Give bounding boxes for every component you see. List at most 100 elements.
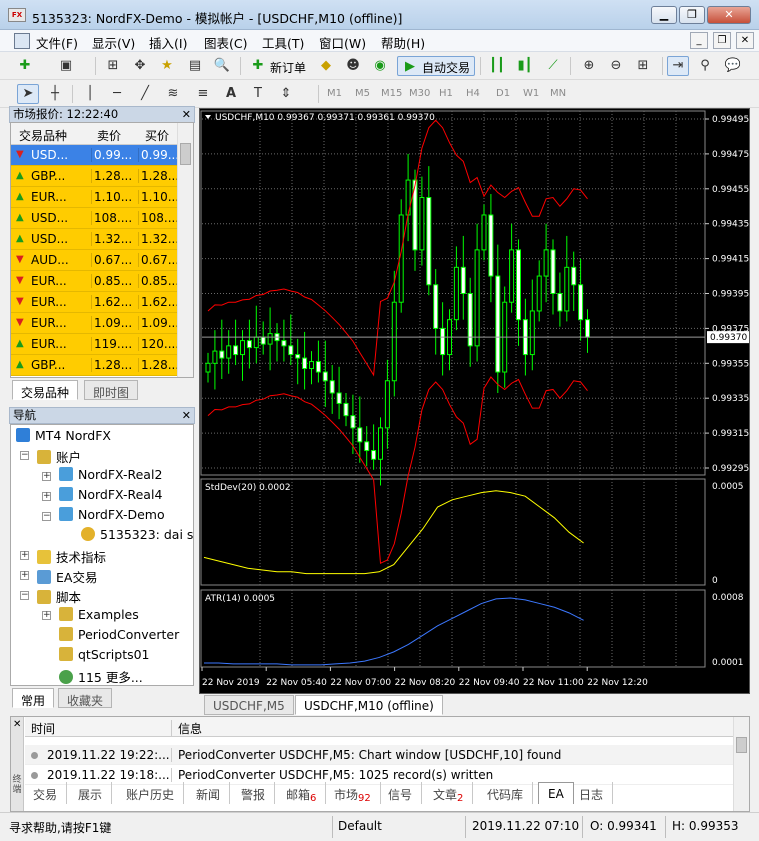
expand-scripts[interactable]: − — [20, 591, 29, 600]
terminal-tab[interactable]: 信号 — [379, 782, 423, 804]
market-watch-scrollbar[interactable] — [177, 123, 193, 377]
terminal-tab[interactable]: 邮箱6 — [277, 782, 327, 804]
expand-demo[interactable]: − — [42, 512, 51, 521]
tab-tick-chart[interactable]: 即时图 — [84, 380, 139, 400]
tree-real4[interactable]: NordFX-Real4 — [59, 487, 162, 502]
timeframe-m5[interactable]: M5 — [355, 88, 370, 99]
tile-windows-icon[interactable]: ⊞ — [632, 56, 654, 76]
terminal-tab[interactable]: 日志 — [570, 782, 614, 804]
terminal-tab[interactable]: 账户历史 — [117, 782, 185, 804]
new-chart-icon[interactable]: ✚ — [14, 56, 36, 76]
mdi-minimize-button[interactable]: _ — [690, 32, 708, 49]
chat-icon[interactable]: 💬 — [722, 56, 744, 76]
auto-scroll-icon[interactable]: ⇥ — [667, 56, 689, 76]
navigator-icon[interactable]: ★ — [156, 56, 178, 76]
crosshair-icon[interactable]: ┼ — [44, 84, 66, 104]
line-chart-icon[interactable]: ⟋ — [542, 56, 564, 76]
expand-indicators[interactable]: + — [20, 551, 29, 560]
col-bid[interactable]: 卖价 — [97, 127, 121, 144]
expand-real4[interactable]: + — [42, 492, 51, 501]
metaeditor-icon[interactable]: ◆ — [315, 56, 337, 76]
chart-canvas[interactable]: 0.99495 0.99475 0.99455 0.99435 0.99415 0.993… — [200, 109, 749, 693]
terminal-tab[interactable]: EA — [538, 782, 574, 804]
tree-scripts[interactable]: 脚本 — [37, 587, 81, 606]
market-watch-row[interactable]: ▼ EUR... 1.62... 1.62... — [11, 292, 177, 313]
terminal-tab[interactable]: 代码库 — [478, 782, 534, 804]
market-watch-row[interactable]: ▲ EUR... 1.10... 1.10... — [11, 187, 177, 208]
new-order-button[interactable]: 新订单 — [270, 59, 306, 76]
chart-window[interactable]: 0.99495 0.99475 0.99455 0.99435 0.99415 0.993… — [199, 108, 750, 694]
zoom-out-icon[interactable]: ⊖ — [605, 56, 627, 76]
horizontal-line-icon[interactable]: ─ — [106, 84, 128, 104]
col-ask[interactable]: 买价 — [145, 127, 169, 144]
col-message[interactable]: 信息 — [171, 720, 202, 737]
menu-window[interactable]: 窗口(W) — [319, 33, 366, 52]
col-time[interactable]: 时间 — [31, 720, 55, 737]
tree-root[interactable]: MT4 NordFX — [16, 428, 111, 443]
maximize-button[interactable]: ❐ — [679, 6, 705, 24]
arrows-icon[interactable]: ⇕ — [275, 84, 297, 104]
tab-favorites[interactable]: 收藏夹 — [58, 688, 113, 708]
text-label-icon[interactable]: T — [247, 84, 269, 104]
market-watch-row[interactable]: ▲ USD... 1.32... 1.32... — [11, 229, 177, 250]
tree-ea[interactable]: EA交易 — [37, 567, 97, 586]
minimize-button[interactable]: ▁ — [651, 6, 677, 24]
navigator-close-icon[interactable]: ✕ — [182, 408, 191, 423]
market-watch-close-icon[interactable]: ✕ — [182, 107, 191, 122]
timeframe-m15[interactable]: M15 — [381, 88, 402, 99]
market-watch-row[interactable]: ▲ GBP... 1.28... 1.28... — [11, 166, 177, 187]
tree-real2[interactable]: NordFX-Real2 — [59, 467, 162, 482]
mdi-restore-button[interactable]: ❐ — [713, 32, 731, 49]
profiles-icon[interactable]: ▣ — [55, 56, 77, 76]
log-row[interactable]: 2019.11.22 19:22:... PeriodConverter USD… — [25, 745, 737, 765]
menu-chart[interactable]: 图表(C) — [204, 33, 247, 52]
timeframe-w1[interactable]: W1 — [523, 88, 539, 99]
text-icon[interactable]: A — [220, 84, 242, 104]
timeframe-m1[interactable]: M1 — [327, 88, 342, 99]
terminal-tab[interactable]: 警报 — [232, 782, 276, 804]
tester-icon[interactable]: 🔍 — [211, 56, 233, 76]
market-watch-row[interactable]: ▼ AUD... 0.67... 0.67... — [11, 250, 177, 271]
tree-indicators[interactable]: 技术指标 — [37, 547, 106, 566]
cursor-icon[interactable]: ➤ — [17, 84, 39, 104]
trendline-icon[interactable]: ╱ — [134, 84, 156, 104]
bar-chart-icon[interactable]: ┃┃ — [486, 56, 508, 76]
terminal-tab[interactable]: 文章2 — [424, 782, 474, 804]
tree-demo[interactable]: NordFX-Demo — [59, 507, 165, 522]
data-window-icon[interactable]: ✥ — [129, 56, 151, 76]
menu-file[interactable]: 文件(F) — [36, 33, 78, 52]
tab-symbols[interactable]: 交易品种 — [12, 380, 79, 400]
terminal-icon[interactable]: ▤ — [184, 56, 206, 76]
vertical-line-icon[interactable]: │ — [79, 84, 101, 104]
terminal-close-icon[interactable]: ✕ — [13, 719, 21, 730]
timeframe-m30[interactable]: M30 — [409, 88, 430, 99]
account-icon[interactable]: ☻ — [342, 56, 364, 76]
tree-period-converter[interactable]: PeriodConverter — [59, 627, 179, 642]
menu-view[interactable]: 显示(V) — [92, 33, 135, 52]
search-icon[interactable]: ⚲ — [694, 56, 716, 76]
mdi-close-button[interactable]: ✕ — [736, 32, 754, 49]
expand-examples[interactable]: + — [42, 611, 51, 620]
candlestick-icon[interactable]: ▮┃ — [514, 56, 536, 76]
fibonacci-icon[interactable]: ≡ — [192, 84, 214, 104]
expand-accounts[interactable]: − — [20, 451, 29, 460]
tree-account[interactable]: 5135323: dai su — [81, 527, 193, 542]
menu-insert[interactable]: 插入(I) — [149, 33, 187, 52]
signals-icon[interactable]: ◉ — [369, 56, 391, 76]
tab-common[interactable]: 常用 — [12, 688, 55, 708]
chart-tab-m10[interactable]: USDCHF,M10 (offline) — [295, 695, 443, 715]
col-symbol[interactable]: 交易品种 — [19, 127, 67, 144]
terminal-tab[interactable]: 市场92 — [325, 782, 381, 804]
terminal-tab[interactable]: 新闻 — [187, 782, 231, 804]
expand-ea[interactable]: + — [20, 571, 29, 580]
timeframe-d1[interactable]: D1 — [496, 88, 510, 99]
timeframe-mn[interactable]: MN — [550, 88, 566, 99]
expand-real2[interactable]: + — [42, 472, 51, 481]
channel-icon[interactable]: ≋ — [162, 84, 184, 104]
menu-help[interactable]: 帮助(H) — [381, 33, 425, 52]
market-watch-row[interactable]: ▼ EUR... 1.09... 1.09... — [11, 313, 177, 334]
market-watch-icon[interactable]: ⊞ — [102, 56, 124, 76]
tree-examples[interactable]: Examples — [59, 607, 139, 622]
market-watch-row[interactable]: ▼ USD... 0.99... 0.99... — [11, 145, 177, 166]
close-button[interactable]: ✕ — [707, 6, 751, 24]
